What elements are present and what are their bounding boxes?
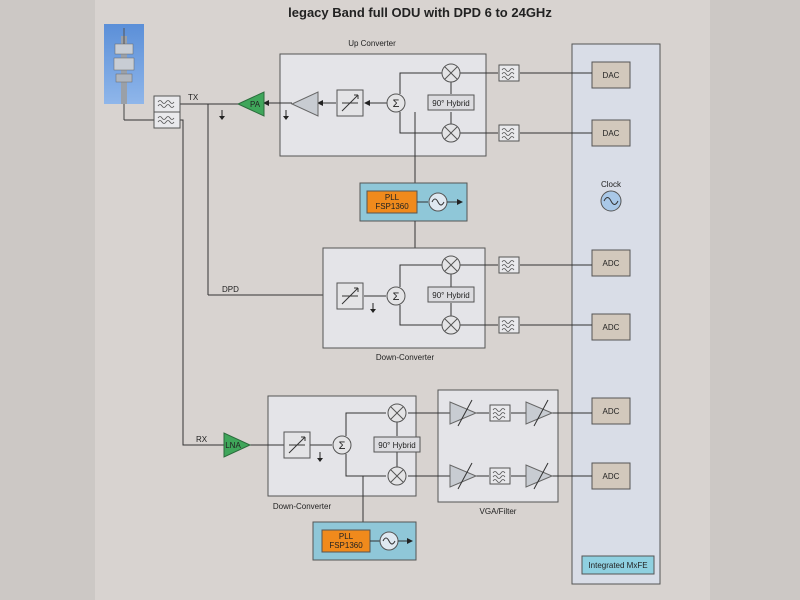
attenuator-icon	[283, 431, 311, 459]
svg-text:90° Hybrid: 90° Hybrid	[432, 99, 469, 108]
dac-2: DAC	[591, 119, 631, 147]
svg-text:Σ: Σ	[393, 98, 400, 110]
vga-filter-label: VGA/Filter	[480, 507, 517, 516]
ground-icon	[218, 109, 226, 121]
hybrid-rx: 90° Hybrid	[373, 436, 421, 453]
adc-1: ADC	[591, 249, 631, 277]
svg-text:Σ: Σ	[393, 291, 400, 303]
mixer-icon	[441, 63, 461, 83]
attenuator-icon	[336, 282, 364, 310]
svg-text:DAC: DAC	[603, 71, 620, 80]
mixer-icon	[387, 403, 407, 423]
filter-icon	[498, 316, 520, 334]
hybrid-dpd: 90° Hybrid	[427, 286, 475, 303]
svg-text:ADC: ADC	[603, 259, 620, 268]
svg-text:ADC: ADC	[603, 472, 620, 481]
mxfe-label: Integrated MxFE	[588, 561, 647, 570]
svg-text:ADC: ADC	[603, 323, 620, 332]
adc-2: ADC	[591, 313, 631, 341]
pll-part: FSP1360	[329, 541, 363, 550]
diagram-title: legacy Band full ODU with DPD 6 to 24GHz	[288, 5, 552, 20]
dpd-label: DPD	[222, 285, 239, 294]
adc-3: ADC	[591, 397, 631, 425]
cell-tower-image	[104, 24, 144, 120]
pll-label: PLL	[385, 193, 400, 202]
hybrid-up: 90° Hybrid	[427, 94, 475, 111]
svg-text:90° Hybrid: 90° Hybrid	[432, 291, 469, 300]
svg-text:Σ: Σ	[339, 440, 346, 452]
adc-4: ADC	[591, 462, 631, 490]
mixer-icon	[441, 255, 461, 275]
mixer-icon	[441, 123, 461, 143]
up-converter-label: Up Converter	[348, 39, 396, 48]
lna-amplifier: LNA	[223, 432, 252, 458]
dac-1: DAC	[591, 61, 631, 89]
pa-amplifier: PA	[236, 91, 265, 117]
filter-icon	[489, 467, 511, 485]
summer-dpd: Σ	[386, 286, 406, 306]
pll-part: FSP1360	[375, 202, 409, 211]
down-converter-label: Down-Converter	[376, 353, 435, 362]
mixer-icon	[441, 315, 461, 335]
filter-icon	[489, 404, 511, 422]
tx-label: TX	[188, 93, 199, 102]
summer-rx: Σ	[332, 435, 352, 455]
svg-text:Clock: Clock	[601, 180, 622, 189]
rx-down-converter-label: Down-Converter	[273, 502, 332, 511]
attenuator-icon	[336, 89, 364, 117]
filter-icon	[498, 64, 520, 82]
svg-text:DAC: DAC	[603, 129, 620, 138]
filter-icon	[498, 124, 520, 142]
duplexer	[153, 95, 181, 129]
pll-label: PLL	[339, 532, 354, 541]
svg-text:ADC: ADC	[603, 407, 620, 416]
rx-label: RX	[196, 435, 208, 444]
filter-icon	[498, 256, 520, 274]
svg-text:90° Hybrid: 90° Hybrid	[378, 441, 415, 450]
svg-text:LNA: LNA	[225, 441, 241, 450]
summer-up: Σ	[386, 93, 406, 113]
svg-text:PA: PA	[250, 100, 261, 109]
block-diagram: legacy Band full ODU with DPD 6 to 24GHz…	[104, 5, 661, 585]
clock-block: Clock	[600, 180, 622, 212]
mixer-icon	[387, 466, 407, 486]
